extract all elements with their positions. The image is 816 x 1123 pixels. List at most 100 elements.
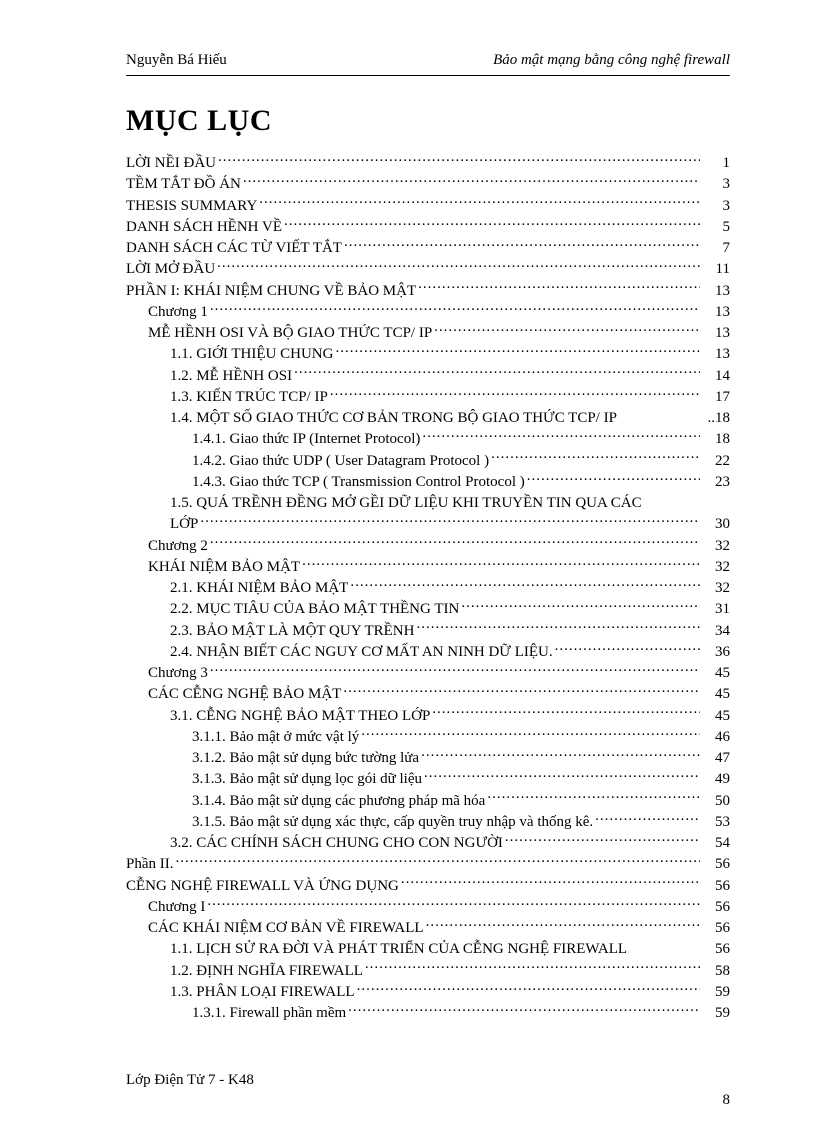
- toc-leader: [424, 768, 700, 783]
- toc-page: 3: [702, 174, 730, 194]
- toc-leader: [365, 960, 700, 975]
- toc-label: 1.5. QUÁ TRỀNH ĐỀNG MỞ GỀI DỮ LIỆU KHI T…: [170, 493, 642, 513]
- toc-label: Chương I: [148, 897, 205, 917]
- toc-leader: [176, 853, 701, 868]
- toc-label: PHẦN I: KHÁI NIỆM CHUNG VỀ BẢO MẬT: [126, 281, 416, 301]
- toc-row: 3.1. CỄNG NGHỆ BẢO MẬT THEO LỚP45: [126, 705, 730, 726]
- toc-row: Phần II. 56: [126, 853, 730, 874]
- toc-leader: [207, 896, 700, 911]
- toc-row: Chương 3 45: [126, 662, 730, 683]
- toc-leader: [487, 790, 700, 805]
- toc-label: Phần II.: [126, 854, 174, 874]
- toc-leader: [619, 407, 700, 422]
- toc-label: THESIS SUMMARY: [126, 196, 257, 216]
- toc-page: 50: [702, 791, 730, 811]
- toc-page: 59: [702, 982, 730, 1002]
- toc-leader: [426, 917, 700, 932]
- toc-leader: [343, 683, 700, 698]
- toc-page: 58: [702, 961, 730, 981]
- toc-label: DANH SÁCH CÁC TỪ VIẾT TẮT: [126, 238, 342, 258]
- toc-label: 1.3. KIẾN TRÚC TCP/ IP: [170, 387, 328, 407]
- toc-label: CÁC CỄNG NGHỆ BẢO MẬT: [148, 684, 341, 704]
- toc-page: 45: [702, 663, 730, 683]
- page-number: 8: [723, 1092, 731, 1109]
- toc-page: 31: [702, 599, 730, 619]
- toc-leader: [302, 556, 700, 571]
- toc-row: 3.1.1. Bảo mật ở mức vật lý46: [126, 726, 730, 747]
- toc-label: 1.4.1. Giao thức IP (Internet Protocol): [192, 429, 420, 449]
- page-title: MỤC LỤC: [126, 104, 730, 138]
- toc-leader: [335, 343, 700, 358]
- toc-leader: [401, 875, 700, 890]
- toc-row: 1.1. LỊCH SỬ RA ĐỜI VÀ PHÁT TRIỂN CỦA CỄ…: [126, 938, 730, 959]
- toc-page: 23: [702, 472, 730, 492]
- toc-page: 56: [702, 876, 730, 896]
- toc-page: 18: [702, 429, 730, 449]
- toc-label: TỀM TẮT ĐỒ ÁN: [126, 174, 241, 194]
- toc-label: 3.1.4. Bảo mật sử dụng các phương pháp m…: [192, 791, 485, 811]
- toc-row: DANH SÁCH CÁC TỪ VIẾT TẮT7: [126, 237, 730, 258]
- toc-page: 14: [702, 366, 730, 386]
- toc-row: LỜI MỞ ĐẦU 11: [126, 258, 730, 279]
- toc-label: LỜI MỞ ĐẦU: [126, 259, 215, 279]
- toc-leader: [527, 471, 700, 486]
- toc-leader: [422, 428, 700, 443]
- toc-label: DANH SÁCH HỀNH VỀ: [126, 217, 282, 237]
- toc-page: 59: [702, 1003, 730, 1023]
- toc-label: 3.2. CÁC CHÍNH SÁCH CHUNG CHO CON NGƯỜI: [170, 833, 503, 853]
- toc-page: 45: [702, 706, 730, 726]
- toc-label: 2.1. KHÁI NIỆM BẢO MẬT: [170, 578, 348, 598]
- toc-leader: [294, 365, 700, 380]
- toc-leader: [330, 386, 700, 401]
- toc-page: 13: [702, 281, 730, 301]
- toc-leader: [350, 577, 700, 592]
- toc-page: 36: [702, 642, 730, 662]
- toc-row: 1.4.3. Giao thức TCP ( Transmission Cont…: [126, 471, 730, 492]
- toc-row: 1.2. MỄ HỀNH OSI 14: [126, 365, 730, 386]
- toc-row: 2.2. MỤC TIÂU CỦA BẢO MẬT THỀNG TIN31: [126, 598, 730, 619]
- toc-label: 1.2. MỄ HỀNH OSI: [170, 366, 292, 386]
- toc-leader: [361, 726, 700, 741]
- toc-label: 1.2. ĐỊNH NGHĨA FIREWALL: [170, 961, 363, 981]
- toc-row: 2.3. BẢO MẬT LÀ MỘT QUY TRỀNH34: [126, 620, 730, 641]
- toc-row: 3.1.2. Bảo mật sử dụng bức tường lửa47: [126, 747, 730, 768]
- toc-leader: [284, 216, 700, 231]
- toc-leader: [217, 258, 700, 273]
- toc-leader: [418, 280, 700, 295]
- toc-row: 2.1. KHÁI NIỆM BẢO MẬT 32: [126, 577, 730, 598]
- toc-label: 2.4. NHẬN BIẾT CÁC NGUY CƠ MẤT AN NINH D…: [170, 642, 553, 662]
- toc-label: 2.3. BẢO MẬT LÀ MỘT QUY TRỀNH: [170, 621, 414, 641]
- toc-leader: [432, 705, 700, 720]
- toc-row: 1.3. PHÂN LOẠI FIREWALL 59: [126, 981, 730, 1002]
- toc-page: 11: [702, 259, 730, 279]
- toc-row: 3.1.5. Bảo mật sử dụng xác thực, cấp quy…: [126, 811, 730, 832]
- toc-page: 13: [702, 302, 730, 322]
- toc-page: 56: [702, 854, 730, 874]
- toc-label: 1.3. PHÂN LOẠI FIREWALL: [170, 982, 355, 1002]
- toc-leader: [210, 301, 700, 316]
- toc-leader: [505, 832, 700, 847]
- toc-label: 1.1. LỊCH SỬ RA ĐỜI VÀ PHÁT TRIỂN CỦA CỄ…: [170, 939, 627, 959]
- toc-row: 1.4.2. Giao thức UDP ( User Datagram Pro…: [126, 450, 730, 471]
- toc-label: Chương 3: [148, 663, 208, 683]
- toc-label: 3.1.3. Bảo mật sử dụng lọc gói dữ liệu: [192, 769, 422, 789]
- toc-row: CÁC CỄNG NGHỆ BẢO MẬT45: [126, 683, 730, 704]
- toc-page: 30: [702, 514, 730, 534]
- toc-row: 3.2. CÁC CHÍNH SÁCH CHUNG CHO CON NGƯỜI5…: [126, 832, 730, 853]
- toc-leader: [421, 747, 700, 762]
- header-title: Bảo mật mạng bằng công nghệ firewall: [493, 52, 730, 69]
- toc-page: 32: [702, 578, 730, 598]
- toc-leader: [357, 981, 700, 996]
- toc-leader: [348, 1002, 700, 1017]
- toc-row: 1.3. KIẾN TRÚC TCP/ IP 17: [126, 386, 730, 407]
- toc-leader: [644, 492, 700, 507]
- running-footer: Lớp Điện Tử 7 - K48 8: [126, 1072, 730, 1089]
- toc-label: 3.1.2. Bảo mật sử dụng bức tường lửa: [192, 748, 419, 768]
- toc-label: LỜI NỀI ĐẦU: [126, 153, 216, 173]
- header-rule: [126, 75, 730, 76]
- toc-label: 1.3.1. Firewall phần mềm: [192, 1003, 346, 1023]
- toc-row: 2.4. NHẬN BIẾT CÁC NGUY CƠ MẤT AN NINH D…: [126, 641, 730, 662]
- toc-row: THESIS SUMMARY3: [126, 195, 730, 216]
- toc-leader: [629, 938, 700, 953]
- toc-page: 17: [702, 387, 730, 407]
